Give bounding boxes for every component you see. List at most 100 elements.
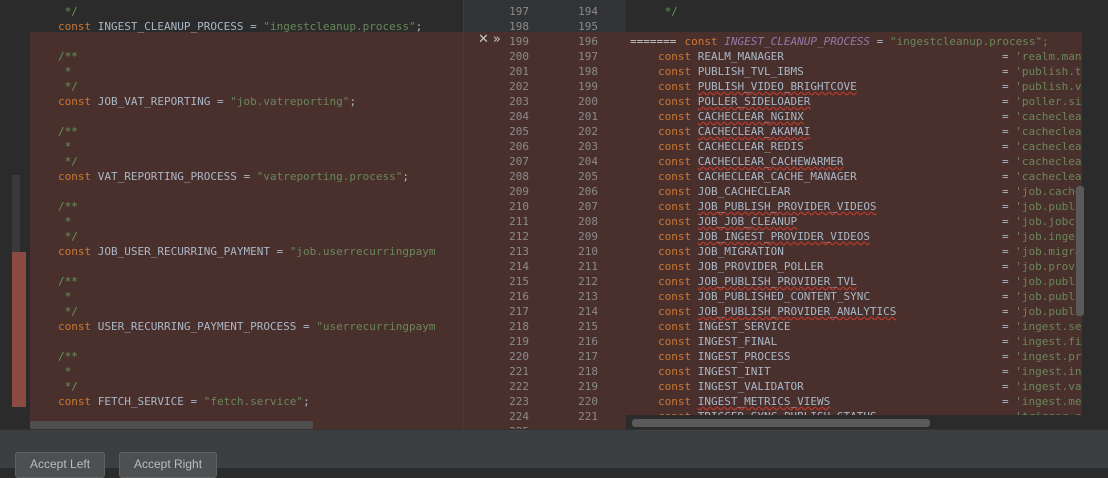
constant-value: = 'ingest.pro bbox=[1002, 350, 1089, 363]
keyword: const bbox=[658, 110, 692, 123]
comment-line: /** bbox=[58, 200, 78, 213]
keyword: const bbox=[658, 155, 692, 168]
constant-line: const JOB_PUBLISHED_CONTENT_SYNC bbox=[658, 289, 870, 304]
right-scroll-track bbox=[1082, 0, 1108, 429]
constant-value-text: 'ingest.ini bbox=[1015, 365, 1089, 378]
line-number: 210 bbox=[578, 245, 598, 258]
constant-value-text: 'cachecleau bbox=[1015, 125, 1089, 138]
keyword: const bbox=[658, 335, 692, 348]
constant-name: JOB_USER_RECURRING_PAYMENT bbox=[97, 245, 270, 258]
constant-value-text: 'job.inges bbox=[1015, 230, 1082, 243]
line-number: 200 bbox=[578, 95, 598, 108]
line-number: 203 bbox=[509, 95, 529, 108]
constant-value: = 'publish.vi bbox=[1002, 80, 1089, 93]
constant-value-text: 'cachecleau bbox=[1015, 155, 1089, 168]
comment-line: /** bbox=[58, 125, 78, 138]
constant-value: = 'cachecleau bbox=[1002, 110, 1089, 123]
constant-name: INGEST_METRICS_VIEWS bbox=[697, 395, 831, 408]
constant-value-text: 'realm.mana bbox=[1015, 50, 1089, 63]
comment-line: */ bbox=[58, 5, 78, 18]
line-number: 221 bbox=[509, 365, 529, 378]
comment-line: * bbox=[58, 290, 72, 303]
keyword: const bbox=[58, 170, 92, 183]
constant-name: USER_RECURRING_PAYMENT_PROCESS bbox=[97, 320, 297, 333]
line-number: 201 bbox=[509, 65, 529, 78]
left-editor-pane[interactable]: */ const INGEST_CLEANUP_PROCESS = "ingest… bbox=[0, 0, 463, 429]
constant-line: const POLLER_SIDELOADER bbox=[658, 94, 810, 109]
comment-line: /** bbox=[58, 350, 78, 363]
constant-name: CACHECLEAR_NGINX bbox=[697, 110, 804, 123]
keyword: const bbox=[58, 20, 92, 33]
line-number: 220 bbox=[509, 350, 529, 363]
left-horizontal-scrollbar[interactable] bbox=[30, 421, 313, 429]
constant-line: const INGEST_INIT bbox=[658, 364, 771, 379]
accept-left-button[interactable]: Accept Left bbox=[15, 452, 106, 478]
line-number: 196 bbox=[578, 35, 598, 48]
line-number: 215 bbox=[578, 320, 598, 333]
line-number: 212 bbox=[509, 230, 529, 243]
constant-line: const CACHECLEAR_AKAMAI bbox=[658, 124, 810, 139]
constant-value: = 'ingest.met bbox=[1002, 395, 1089, 408]
constant-line: const JOB_CACHECLEAR bbox=[658, 184, 790, 199]
left-change-marker-gray bbox=[12, 175, 20, 252]
constant-line: const PUBLISH_TVL_IBMS bbox=[658, 64, 804, 79]
comment-line: * bbox=[58, 140, 72, 153]
keyword: const bbox=[658, 305, 692, 318]
line-number: 202 bbox=[578, 125, 598, 138]
constant-value: = 'ingest.fin bbox=[1002, 335, 1089, 348]
constant-value: "ingestcleanup.process" bbox=[263, 20, 416, 33]
keyword: const bbox=[58, 245, 92, 258]
constant-name: JOB_PUBLISH_PROVIDER_ANALYTICS bbox=[697, 305, 897, 318]
constant-value: = 'poller.sid bbox=[1002, 95, 1089, 108]
constant-value-text: 'publish.tv bbox=[1015, 65, 1089, 78]
line-number: 208 bbox=[578, 215, 598, 228]
constant-value-text: 'ingest.fin bbox=[1015, 335, 1089, 348]
constant-value-text: 'cachecleau bbox=[1015, 110, 1089, 123]
line-number: 207 bbox=[578, 200, 598, 213]
constant-name: REALM_MANAGER bbox=[697, 50, 784, 63]
constant-line: const JOB_VAT_REPORTING = "job.vatreport… bbox=[58, 95, 357, 108]
constant-line: const INGEST_SERVICE bbox=[658, 319, 790, 334]
constant-name: JOB_CACHECLEAR bbox=[697, 185, 791, 198]
constant-line: const INGEST_CLEANUP_PROCESS = "ingestcl… bbox=[58, 20, 423, 33]
line-number: 195 bbox=[578, 20, 598, 33]
constant-value-text: 'ingest.val bbox=[1015, 380, 1089, 393]
constant-name: JOB_PUBLISHED_CONTENT_SYNC bbox=[697, 290, 870, 303]
constant-name: JOB_PROVIDER_POLLER bbox=[697, 260, 824, 273]
constant-name: INGEST_PROCESS bbox=[697, 350, 791, 363]
line-number: 211 bbox=[578, 260, 598, 273]
right-vertical-scrollbar[interactable] bbox=[1076, 186, 1084, 316]
line-number: 223 bbox=[509, 395, 529, 408]
right-editor-pane[interactable]: */ const INGEST_CLEANUP_PROCESS = "inges… bbox=[626, 0, 1108, 429]
line-number: 204 bbox=[578, 155, 598, 168]
constant-line: const CACHECLEAR_NGINX bbox=[658, 109, 804, 124]
constant-line: const USER_RECURRING_PAYMENT_PROCESS = "… bbox=[58, 320, 436, 333]
constant-value: = 'realm.mana bbox=[1002, 50, 1089, 63]
constant-line: const JOB_INGEST_PROVIDER_VIDEOS bbox=[658, 229, 870, 244]
keyword: const bbox=[658, 65, 692, 78]
keyword: const bbox=[658, 125, 692, 138]
line-number: 212 bbox=[578, 275, 598, 288]
line-number: 216 bbox=[578, 335, 598, 348]
constant-name: INGEST_SERVICE bbox=[697, 320, 791, 333]
line-number: 219 bbox=[509, 335, 529, 348]
line-number: 207 bbox=[509, 155, 529, 168]
line-number: 208 bbox=[509, 170, 529, 183]
keyword: const bbox=[658, 275, 692, 288]
accept-right-button[interactable]: Accept Right bbox=[119, 452, 218, 478]
line-number: 197 bbox=[578, 50, 598, 63]
line-number: 202 bbox=[509, 80, 529, 93]
comment-line: * bbox=[58, 215, 72, 228]
line-number: 213 bbox=[578, 290, 598, 303]
ignore-change-icon[interactable]: ✕ bbox=[478, 32, 489, 47]
keyword: const bbox=[658, 185, 692, 198]
constant-name: FETCH_SERVICE bbox=[97, 395, 184, 408]
constant-name: JOB_MIGRATION bbox=[697, 245, 784, 258]
line-number: 210 bbox=[509, 200, 529, 213]
line-number: 206 bbox=[509, 140, 529, 153]
constant-value: = 'cachecleau bbox=[1002, 155, 1089, 168]
keyword: const bbox=[58, 95, 92, 108]
constant-name: PUBLISH_VIDEO_BRIGHTCOVE bbox=[697, 80, 857, 93]
right-horizontal-scrollbar[interactable] bbox=[632, 419, 930, 427]
constant-value: "userrecurringpaym bbox=[316, 320, 436, 333]
